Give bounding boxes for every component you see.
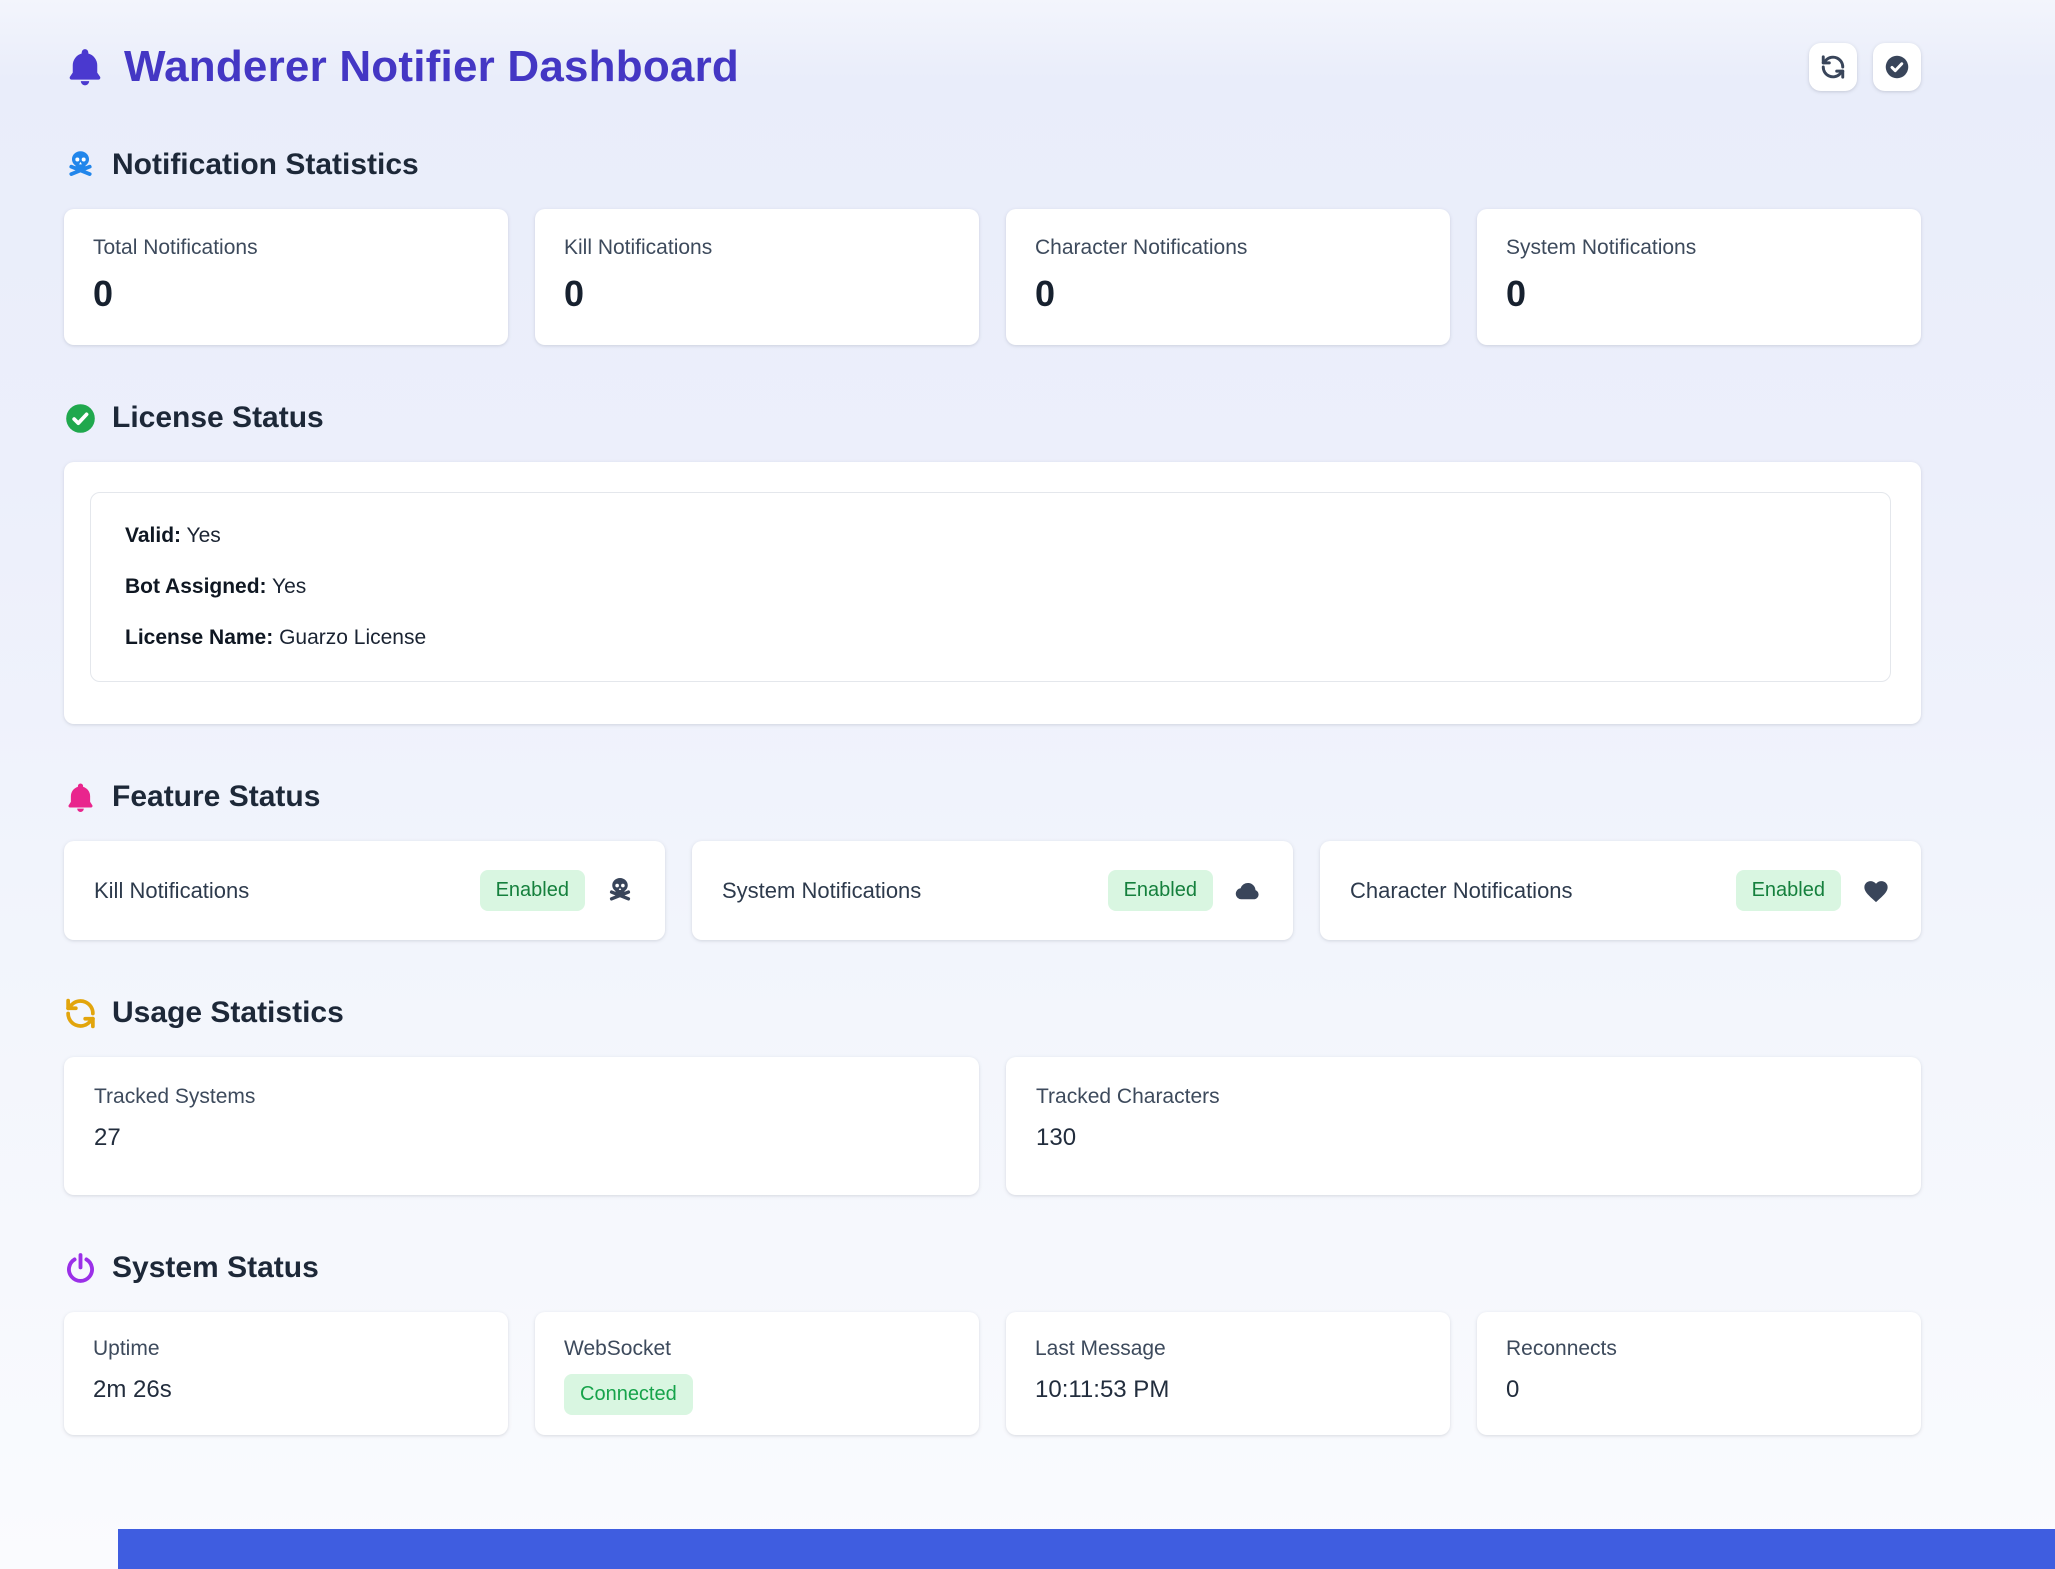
section-header: System Status [64, 1251, 1921, 1285]
skull-crossbones-icon [605, 876, 635, 906]
stat-label: WebSocket [564, 1337, 950, 1361]
stat-label: System Notifications [1506, 236, 1892, 260]
feature-card-system-notifications: System Notifications Enabled [692, 841, 1293, 940]
stat-card-uptime: Uptime 2m 26s [64, 1312, 508, 1435]
status-badge: Enabled [1736, 870, 1841, 911]
feature-label: System Notifications [722, 878, 921, 904]
section-usage-statistics: Usage Statistics Tracked Systems 27 Trac… [64, 996, 1921, 1195]
skull-crossbones-icon [64, 149, 97, 182]
cloud-icon [1233, 876, 1263, 906]
stat-label: Tracked Characters [1036, 1085, 1891, 1109]
license-field-value: Yes [272, 575, 306, 598]
license-details: Valid: Yes Bot Assigned: Yes License Nam… [90, 492, 1891, 682]
license-field-label: Bot Assigned: [125, 575, 267, 598]
feature-label: Kill Notifications [94, 878, 249, 904]
stat-card-character-notifications: Character Notifications 0 [1006, 209, 1450, 345]
stat-label: Uptime [93, 1337, 479, 1361]
section-title: Notification Statistics [112, 148, 419, 182]
refresh-icon [1820, 54, 1846, 80]
section-license-status: License Status Valid: Yes Bot Assigned: … [64, 401, 1921, 724]
stat-value: 0 [564, 273, 950, 315]
section-title: Feature Status [112, 780, 320, 814]
system-grid: Uptime 2m 26s WebSocket Connected Last M… [64, 1312, 1921, 1435]
section-title: Usage Statistics [112, 996, 344, 1030]
status-badge: Enabled [480, 870, 585, 911]
title-wrap: Wanderer Notifier Dashboard [64, 42, 739, 92]
status-badge: Enabled [1108, 870, 1213, 911]
header-actions [1809, 43, 1921, 91]
refresh-icon [64, 997, 97, 1030]
stat-value: 0 [1506, 1376, 1892, 1404]
license-field-value: Guarzo License [279, 626, 426, 649]
header: Wanderer Notifier Dashboard [64, 0, 1921, 92]
feature-card-character-notifications: Character Notifications Enabled [1320, 841, 1921, 940]
section-system-status: System Status Uptime 2m 26s WebSocket Co… [64, 1251, 1921, 1435]
check-circle-icon [64, 402, 97, 435]
power-icon [64, 1252, 97, 1285]
feature-label: Character Notifications [1350, 878, 1573, 904]
confirm-button[interactable] [1873, 43, 1921, 91]
stat-label: Character Notifications [1035, 236, 1421, 260]
feature-grid: Kill Notifications Enabled System Notifi… [64, 841, 1921, 940]
bell-icon [64, 781, 97, 814]
stat-value: 130 [1036, 1124, 1891, 1152]
bottom-blue-bar [118, 1529, 2055, 1569]
license-name-row: License Name: Guarzo License [125, 626, 1856, 650]
stat-value: 0 [1506, 273, 1892, 315]
check-circle-icon [1884, 54, 1910, 80]
stat-card-tracked-characters: Tracked Characters 130 [1006, 1057, 1921, 1195]
stat-label: Reconnects [1506, 1337, 1892, 1361]
notification-stats-grid: Total Notifications 0 Kill Notifications… [64, 209, 1921, 345]
section-header: License Status [64, 401, 1921, 435]
section-header: Usage Statistics [64, 996, 1921, 1030]
feature-status-wrap: Enabled [480, 870, 635, 911]
stat-card-tracked-systems: Tracked Systems 27 [64, 1057, 979, 1195]
license-valid-row: Valid: Yes [125, 524, 1856, 548]
heart-icon [1861, 876, 1891, 906]
stat-card-last-message: Last Message 10:11:53 PM [1006, 1312, 1450, 1435]
stat-value: 0 [93, 273, 479, 315]
section-feature-status: Feature Status Kill Notifications Enable… [64, 780, 1921, 940]
connected-badge: Connected [564, 1374, 693, 1415]
dashboard-page: Wanderer Notifier Dashboard Notification… [64, 0, 1921, 1435]
stat-card-reconnects: Reconnects 0 [1477, 1312, 1921, 1435]
stat-card-total-notifications: Total Notifications 0 [64, 209, 508, 345]
refresh-button[interactable] [1809, 43, 1857, 91]
stat-label: Total Notifications [93, 236, 479, 260]
feature-status-wrap: Enabled [1736, 870, 1891, 911]
stat-card-kill-notifications: Kill Notifications 0 [535, 209, 979, 345]
license-field-value: Yes [187, 524, 221, 547]
stat-label: Tracked Systems [94, 1085, 949, 1109]
stat-label: Last Message [1035, 1337, 1421, 1361]
stat-value: 2m 26s [93, 1376, 479, 1404]
stat-value: 27 [94, 1124, 949, 1152]
feature-status-wrap: Enabled [1108, 870, 1263, 911]
usage-grid: Tracked Systems 27 Tracked Characters 13… [64, 1057, 1921, 1195]
section-notification-statistics: Notification Statistics Total Notificati… [64, 148, 1921, 345]
section-title: License Status [112, 401, 324, 435]
license-field-label: License Name: [125, 626, 273, 649]
stat-label: Kill Notifications [564, 236, 950, 260]
feature-card-kill-notifications: Kill Notifications Enabled [64, 841, 665, 940]
section-header: Feature Status [64, 780, 1921, 814]
license-field-label: Valid: [125, 524, 181, 547]
stat-value: 0 [1035, 273, 1421, 315]
stat-value: 10:11:53 PM [1035, 1376, 1421, 1404]
section-header: Notification Statistics [64, 148, 1921, 182]
license-card: Valid: Yes Bot Assigned: Yes License Nam… [64, 462, 1921, 724]
license-bot-row: Bot Assigned: Yes [125, 575, 1856, 599]
stat-card-system-notifications: System Notifications 0 [1477, 209, 1921, 345]
stat-card-websocket: WebSocket Connected [535, 1312, 979, 1435]
section-title: System Status [112, 1251, 319, 1285]
page-title: Wanderer Notifier Dashboard [124, 42, 739, 92]
bell-icon [64, 46, 106, 88]
